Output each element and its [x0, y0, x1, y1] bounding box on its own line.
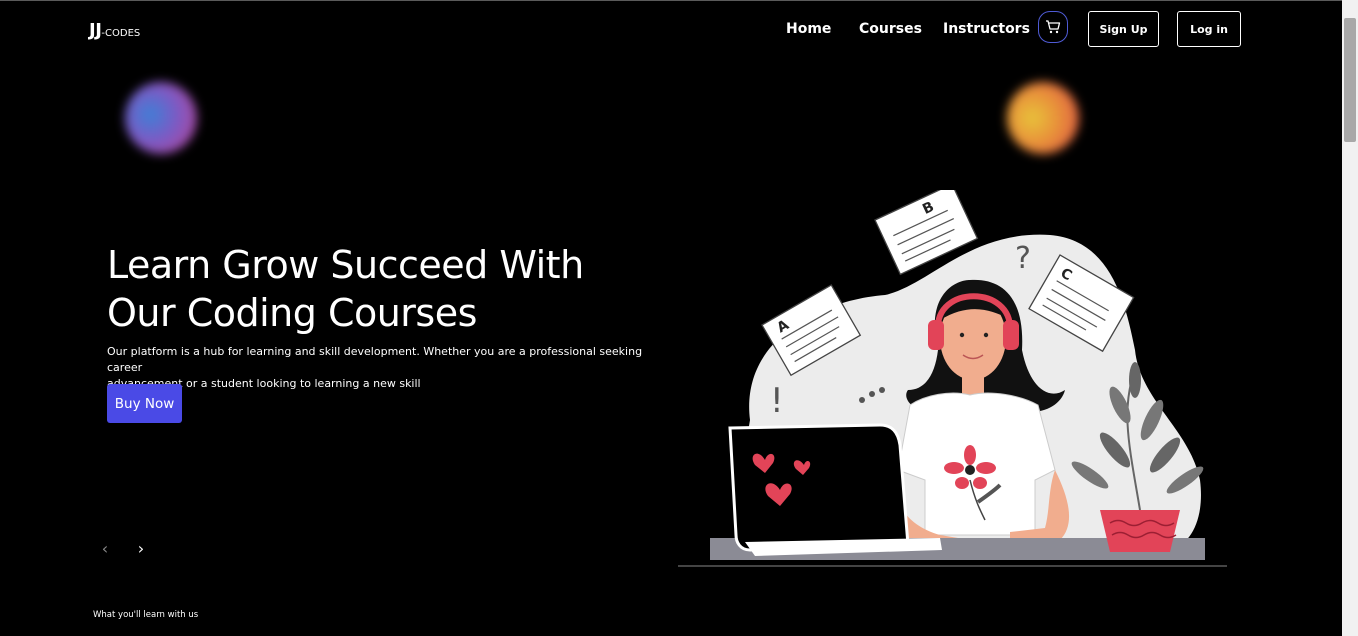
headphones-left-ear	[928, 320, 944, 350]
decorative-gradient-blob-right	[1007, 82, 1079, 154]
login-button[interactable]: Log in	[1177, 11, 1241, 47]
page-scrollbar[interactable]	[1342, 0, 1358, 636]
hero-headline-line1: Learn Grow Succeed With	[107, 243, 584, 287]
exclamation-mark: !	[770, 381, 784, 421]
buy-now-button[interactable]: Buy Now	[107, 384, 182, 423]
decorative-gradient-blob-left	[125, 82, 197, 154]
hero-description: Our platform is a hub for learning and s…	[107, 344, 667, 392]
scrollbar-thumb[interactable]	[1344, 18, 1356, 142]
hero-headline: Learn Grow Succeed With Our Coding Cours…	[107, 241, 667, 337]
cart-button[interactable]	[1038, 11, 1068, 43]
nav-home-link[interactable]: Home	[786, 21, 831, 37]
logo-sub: -CODES	[101, 28, 141, 39]
carousel-prev-arrow-icon[interactable]: ‹	[95, 538, 115, 558]
logo[interactable]: JJ-CODES	[89, 20, 140, 41]
headphones-right-ear	[1003, 320, 1019, 350]
question-mark: ?	[1015, 241, 1031, 276]
logo-main: JJ	[89, 20, 102, 41]
hero-headline-line2: Our Coding Courses	[107, 291, 477, 335]
hero-illustration: B A C ? !	[678, 190, 1227, 567]
top-border	[0, 0, 1358, 1]
signup-button[interactable]: Sign Up	[1088, 11, 1159, 47]
nav-instructors-link[interactable]: Instructors	[943, 21, 1030, 37]
section-caption: What you'll learn with us	[93, 610, 199, 620]
carousel-next-arrow-icon[interactable]: ›	[131, 538, 151, 558]
cart-icon	[1046, 20, 1061, 34]
hero-description-line1: Our platform is a hub for learning and s…	[107, 345, 643, 374]
nav-courses-link[interactable]: Courses	[859, 21, 922, 37]
plant-pot	[1100, 510, 1180, 552]
